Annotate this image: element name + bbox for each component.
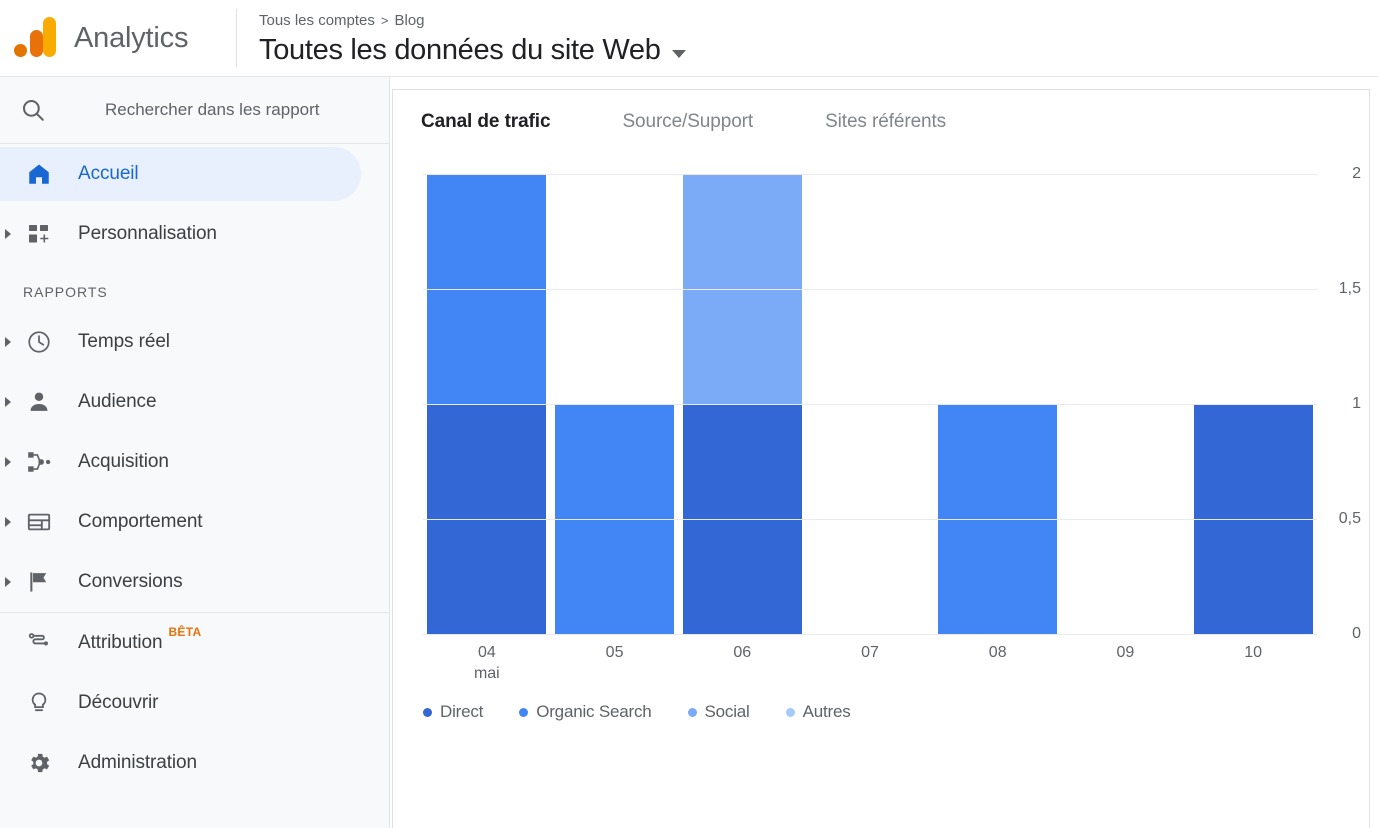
sidebar-item-label: Temps réel [78, 331, 170, 352]
page-title: Toutes les données du site Web [259, 34, 661, 66]
sidebar-item-audience[interactable]: Audience [0, 372, 389, 432]
chart-x-axis: 04 mai 05 06 07 08 09 10 [423, 642, 1317, 690]
y-axis-tick-label: 1 [1352, 395, 1361, 412]
top-bar: Analytics Tous les comptes > Blog Toutes… [0, 0, 1378, 77]
grid-line [423, 404, 1317, 405]
sidebar-item-conversions[interactable]: Conversions [0, 552, 389, 612]
grid-line [423, 289, 1317, 290]
breadcrumb-account[interactable]: Tous les comptes [259, 11, 375, 31]
legend-dot-icon [423, 707, 432, 717]
legend-dot-icon [687, 707, 697, 717]
y-axis-tick-label: 2 [1352, 165, 1361, 182]
attribution-icon [22, 626, 56, 660]
clock-icon [22, 325, 56, 359]
sidebar-item-decouvrir[interactable]: Découvrir [0, 673, 389, 733]
expand-arrow-icon[interactable] [5, 337, 11, 347]
tab-canal-de-trafic[interactable]: Canal de trafic [421, 111, 551, 133]
tab-source-support[interactable]: Source/Support [622, 111, 753, 133]
breadcrumb-property[interactable]: Blog [394, 11, 424, 31]
sidebar-item-label: Découvrir [78, 692, 159, 713]
sidebar-item-comportement[interactable]: Comportement [0, 492, 389, 552]
brand-block[interactable]: Analytics [0, 16, 236, 60]
x-axis-tick-label: 10 [1244, 644, 1263, 661]
expand-arrow-icon[interactable] [5, 577, 11, 587]
sidebar-item-administration[interactable]: Administration [0, 733, 389, 793]
expand-arrow-icon[interactable] [5, 397, 11, 407]
sidebar-search[interactable] [0, 77, 389, 143]
sidebar-item-label: Accueil [78, 163, 139, 184]
sidebar-item-attribution[interactable]: Attribution BÊTA [0, 613, 389, 673]
breadcrumb: Tous les comptes > Blog Toutes les donné… [259, 9, 686, 67]
analytics-app: Analytics Tous les comptes > Blog Toutes… [0, 0, 1378, 828]
acquisition-icon [22, 445, 56, 479]
sidebar-item-accueil[interactable]: Accueil [0, 144, 389, 204]
sidebar-item-label: Audience [78, 391, 157, 412]
x-axis-tick-label: 07 [861, 644, 879, 661]
sidebar-item-label: Attribution BÊTA [78, 625, 201, 654]
expand-arrow-icon[interactable] [5, 229, 11, 239]
search-input[interactable] [54, 100, 334, 120]
header-divider [236, 9, 237, 67]
legend-dot-icon [519, 707, 529, 717]
legend-label: Organic Search [536, 702, 652, 721]
chevron-down-icon[interactable] [671, 49, 686, 58]
breadcrumb-separator-icon: > [380, 13, 389, 28]
brand-name: Analytics [74, 21, 189, 54]
sidebar-item-label: Conversions [78, 571, 183, 592]
y-axis-tick-label: 0,5 [1338, 510, 1361, 527]
sidebar-item-personnalisation[interactable]: Personnalisation [0, 204, 389, 264]
x-axis-tick-label: 04 mai [473, 644, 500, 682]
card-tabs: Canal de trafic Source/Support Sites réf… [393, 90, 1369, 154]
main-content: Canal de trafic Source/Support Sites réf… [390, 77, 1378, 828]
legend-label: Direct [440, 702, 484, 721]
customization-icon [22, 217, 56, 251]
x-axis-tick-label: 08 [988, 644, 1007, 661]
chart-legend: Direct Organic Search Social Autres [423, 702, 887, 722]
behavior-icon [22, 505, 56, 539]
sidebar-item-label: Personnalisation [78, 223, 217, 244]
sidebar-item-temps-reel[interactable]: Temps réel [0, 312, 389, 372]
x-axis-month-label: mai [473, 665, 500, 682]
sidebar-item-label: Administration [78, 752, 197, 773]
expand-arrow-icon[interactable] [5, 457, 11, 467]
bar-chart[interactable]: 0 0,5 1 1,5 2 [423, 165, 1361, 642]
x-axis-tick-label: 09 [1116, 644, 1135, 661]
home-icon [22, 157, 56, 191]
sidebar-item-text: Attribution [78, 632, 163, 653]
grid-line [423, 174, 1317, 175]
analytics-logo-icon [12, 16, 60, 60]
x-axis-tick-label: 06 [733, 644, 752, 661]
legend-label: Social [704, 702, 750, 721]
traffic-channel-card: Canal de trafic Source/Support Sites réf… [392, 89, 1370, 828]
legend-dot-icon [785, 707, 795, 717]
legend-item[interactable]: Organic Search [519, 702, 652, 722]
sidebar: Accueil Personnalisation RAPPORTS [0, 77, 390, 828]
x-axis-tick-label: 05 [605, 644, 624, 661]
chart-area: 0 0,5 1 1,5 2 04 mai 05 06 07 08 09 10 Direct Organi… [393, 154, 1369, 828]
legend-label: Autres [802, 702, 851, 721]
gear-icon [22, 746, 56, 780]
y-axis-tick-label: 1,5 [1338, 280, 1361, 297]
property-selector[interactable]: Toutes les données du site Web [259, 34, 686, 67]
lightbulb-icon [22, 686, 56, 720]
y-axis-tick-label: 0 [1352, 625, 1361, 642]
search-icon [20, 97, 54, 123]
sidebar-item-label: Acquisition [78, 451, 169, 472]
tab-sites-referents[interactable]: Sites référents [825, 111, 946, 133]
beta-badge: BÊTA [168, 625, 202, 639]
grid-line [423, 634, 1317, 635]
legend-item[interactable]: Autres [785, 702, 851, 722]
person-icon [22, 385, 56, 419]
sidebar-section-label: RAPPORTS [23, 284, 108, 300]
legend-item[interactable]: Social [687, 702, 750, 722]
expand-arrow-icon[interactable] [5, 517, 11, 527]
grid-line [423, 519, 1317, 520]
sidebar-item-acquisition[interactable]: Acquisition [0, 432, 389, 492]
legend-item[interactable]: Direct [423, 702, 483, 722]
sidebar-item-label: Comportement [78, 511, 203, 532]
flag-icon [22, 565, 56, 599]
